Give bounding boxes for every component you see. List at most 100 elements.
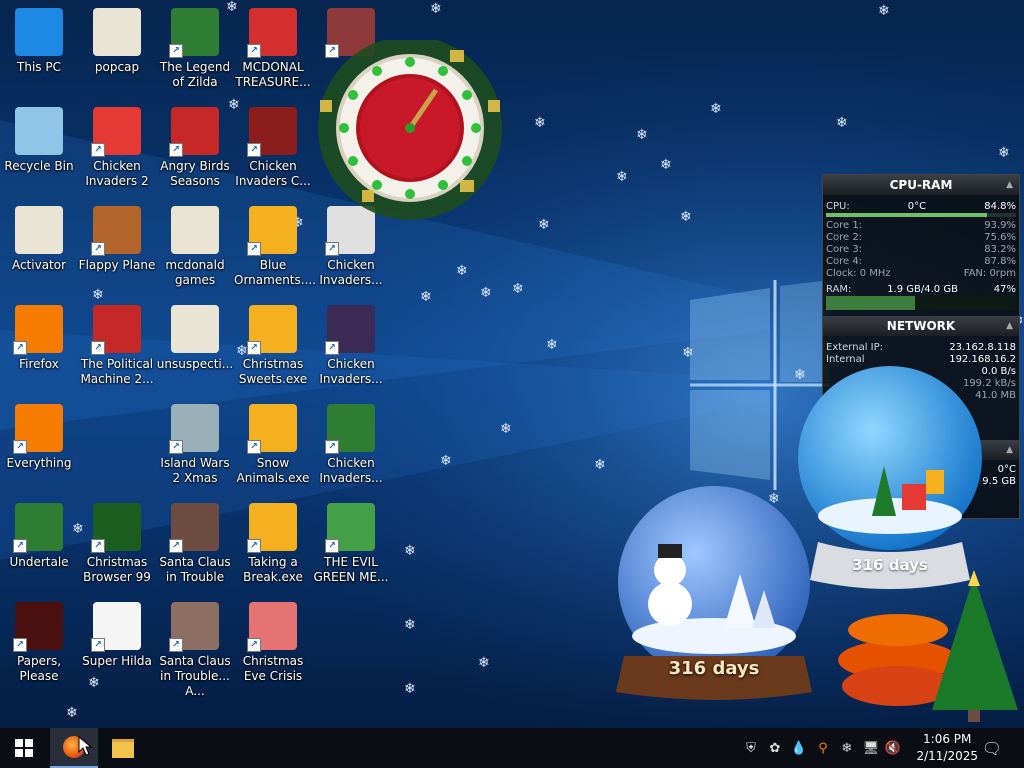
desktop-icon[interactable]: ↗ The Legend of Zilda xyxy=(156,4,234,100)
desktop-icon[interactable]: ↗ Snow Animals.exe xyxy=(234,400,312,496)
desktop-icon-label: Undertale xyxy=(9,555,69,569)
ram-percent: 47% xyxy=(993,284,1016,295)
core-list: Core 1: 93.9% Core 2: 75.6% Core 3: 83.2% Core… xyxy=(823,220,1019,268)
desktop-icon[interactable]: ↗ The Political Machine 2... xyxy=(78,301,156,397)
chicken-icon: ↗ xyxy=(91,107,141,157)
desktop-icon[interactable]: ↗ Everything xyxy=(0,400,78,496)
desktop-icon[interactable]: ↗ Angry Birds Seasons xyxy=(156,103,234,199)
desktop-icon-label: mcdonald games xyxy=(165,258,225,287)
desktop-icon[interactable]: ↗ Super Hilda xyxy=(78,598,156,694)
windows-icon xyxy=(15,739,33,757)
taskbar-clock[interactable]: 1:06 PM 2/11/2025 xyxy=(916,731,978,765)
desktop-icon[interactable]: This PC xyxy=(0,4,78,100)
ram-row: RAM: 1.9 GB/4.0 GB 47% xyxy=(823,284,1019,296)
mcdonalds-icon: ↗ xyxy=(247,8,297,58)
tray-search-icon[interactable]: ⚲ xyxy=(814,728,832,768)
collapse-arrow-icon[interactable]: ▲ xyxy=(1006,175,1013,195)
core-value: 83.2% xyxy=(984,244,1016,255)
tray-snowflake-icon[interactable]: ❄ xyxy=(838,728,856,768)
clock-date: 2/11/2025 xyxy=(916,749,978,763)
desktop-icon[interactable]: ↗ Santa Claus in Trouble... A... xyxy=(156,598,234,698)
shortcut-arrow-icon: ↗ xyxy=(91,341,105,355)
taskbar-file-explorer[interactable] xyxy=(99,728,147,768)
desktop-icon[interactable]: ↗ Taking a Break.exe xyxy=(234,499,312,595)
start-button[interactable] xyxy=(0,728,48,768)
core-row: Core 2: 75.6% xyxy=(823,232,1019,244)
desktop-icon[interactable]: ↗ Chicken Invaders 2 xyxy=(78,103,156,199)
volume-muted-icon[interactable]: 🔇 xyxy=(884,728,902,768)
shortcut-arrow-icon: ↗ xyxy=(13,539,27,553)
desktop-icon[interactable]: ↗ Christmas Browser 99 xyxy=(78,499,156,595)
everything-icon: ↗ xyxy=(13,404,63,454)
core-value: 93.9% xyxy=(984,220,1016,231)
tray-drop-icon[interactable]: 💧 xyxy=(790,728,808,768)
desktop-icon-label: Chicken Invaders 2 xyxy=(85,159,149,188)
desktop-icon[interactable]: Activator xyxy=(0,202,78,298)
desktop-icon[interactable]: ↗ Santa Claus in Trouble xyxy=(156,499,234,595)
snow-globe-gadget[interactable]: 316 days xyxy=(612,486,816,702)
desktop-icon[interactable]: ↗ Firefox xyxy=(0,301,78,397)
game-icon: ↗ xyxy=(169,404,219,454)
core-row: Core 3: 83.2% xyxy=(823,244,1019,256)
desktop-icon[interactable]: ↗ THE EVIL GREEN ME... xyxy=(312,499,390,595)
angry-birds-icon: ↗ xyxy=(169,107,219,157)
desktop-icon-label: Everything xyxy=(6,456,72,470)
clock-speed: Clock: 0 MHz xyxy=(826,268,891,279)
desktop-icon[interactable]: popcap xyxy=(78,4,156,100)
collapse-arrow-icon[interactable]: ▲ xyxy=(1006,316,1013,336)
cpu-temp: 0°C xyxy=(907,201,927,212)
file-icon xyxy=(171,305,219,353)
cpu-row: CPU: 0°C 84.8% xyxy=(823,201,1019,213)
desktop-icon-label: Chicken Invaders... xyxy=(319,357,383,386)
desktop-icon[interactable]: unsuspecti... xyxy=(156,301,234,397)
shortcut-arrow-icon: ↗ xyxy=(169,638,183,652)
shortcut-arrow-icon: ↗ xyxy=(91,638,105,652)
desktop-icon-label: Island Wars 2 Xmas xyxy=(160,456,230,485)
countdown-label: 316 days xyxy=(668,658,760,679)
desktop-icon[interactable]: ↗ Christmas Eve Crisis xyxy=(234,598,312,694)
internal-ip-label: Internal xyxy=(826,354,865,365)
internal-ip-row: Internal 192.168.16.2 xyxy=(823,354,1019,366)
shortcut-arrow-icon: ↗ xyxy=(13,440,27,454)
desktop-icon-label: Santa Claus in Trouble... A... xyxy=(159,654,231,698)
christmas-tree-gadget[interactable] xyxy=(828,570,1024,726)
desktop-icon-label: unsuspecti... xyxy=(156,357,234,371)
desktop-icon[interactable]: ↗ Christmas Sweets.exe xyxy=(234,301,312,397)
shortcut-arrow-icon: ↗ xyxy=(247,341,261,355)
desktop-icon-label: Christmas Sweets.exe xyxy=(238,357,308,386)
desktop-icon[interactable]: mcdonald games xyxy=(156,202,234,298)
desktop-icon-label: Snow Animals.exe xyxy=(236,456,310,485)
desktop-icon[interactable]: ↗ Flappy Plane xyxy=(78,202,156,298)
desktop-icon-label: Firefox xyxy=(19,357,59,371)
ram-value: 1.9 GB/4.0 GB xyxy=(887,284,958,295)
snow-globe-gadget[interactable]: 316 days xyxy=(792,366,988,596)
desktop-icon[interactable]: ↗ Papers, Please xyxy=(0,598,78,694)
network-title: NETWORK xyxy=(886,319,956,333)
clock-fan-row: Clock: 0 MHz FAN: 0rpm xyxy=(823,268,1019,280)
clock-time: 1:06 PM xyxy=(923,732,972,746)
desktop-icon[interactable]: ↗ Chicken Invaders... xyxy=(312,301,390,397)
desktop-icon[interactable]: ↗ Chicken Invaders... xyxy=(312,400,390,496)
cpu-ram-title: CPU-RAM xyxy=(889,178,953,192)
network-icon[interactable]: 🖥 xyxy=(862,728,880,768)
collapse-arrow-icon[interactable]: ▲ xyxy=(1006,440,1013,460)
desktop-icon[interactable]: Recycle Bin xyxy=(0,103,78,199)
shortcut-arrow-icon: ↗ xyxy=(247,242,261,256)
shortcut-arrow-icon: ↗ xyxy=(247,440,261,454)
shortcut-arrow-icon: ↗ xyxy=(325,440,339,454)
shortcut-arrow-icon: ↗ xyxy=(247,638,261,652)
shortcut-arrow-icon: ↗ xyxy=(169,143,183,157)
fan-speed: FAN: 0rpm xyxy=(963,268,1016,279)
tray-security-icon[interactable]: ⛨ xyxy=(742,728,760,768)
desktop-icon-label: Chicken Invaders... xyxy=(319,456,383,485)
core-label: Core 3: xyxy=(826,244,863,255)
notifications-icon[interactable]: 🗨 xyxy=(980,728,1004,768)
clock-gadget[interactable] xyxy=(300,40,520,220)
shortcut-arrow-icon: ↗ xyxy=(13,341,27,355)
shortcut-arrow-icon: ↗ xyxy=(169,539,183,553)
tray-app-icon[interactable]: ✿ xyxy=(766,728,784,768)
desktop-icon[interactable]: ↗ Island Wars 2 Xmas xyxy=(156,400,234,496)
desktop-icon-label: Recycle Bin xyxy=(4,159,74,173)
core-value: 87.8% xyxy=(984,256,1016,267)
desktop-icon[interactable]: ↗ Undertale xyxy=(0,499,78,595)
